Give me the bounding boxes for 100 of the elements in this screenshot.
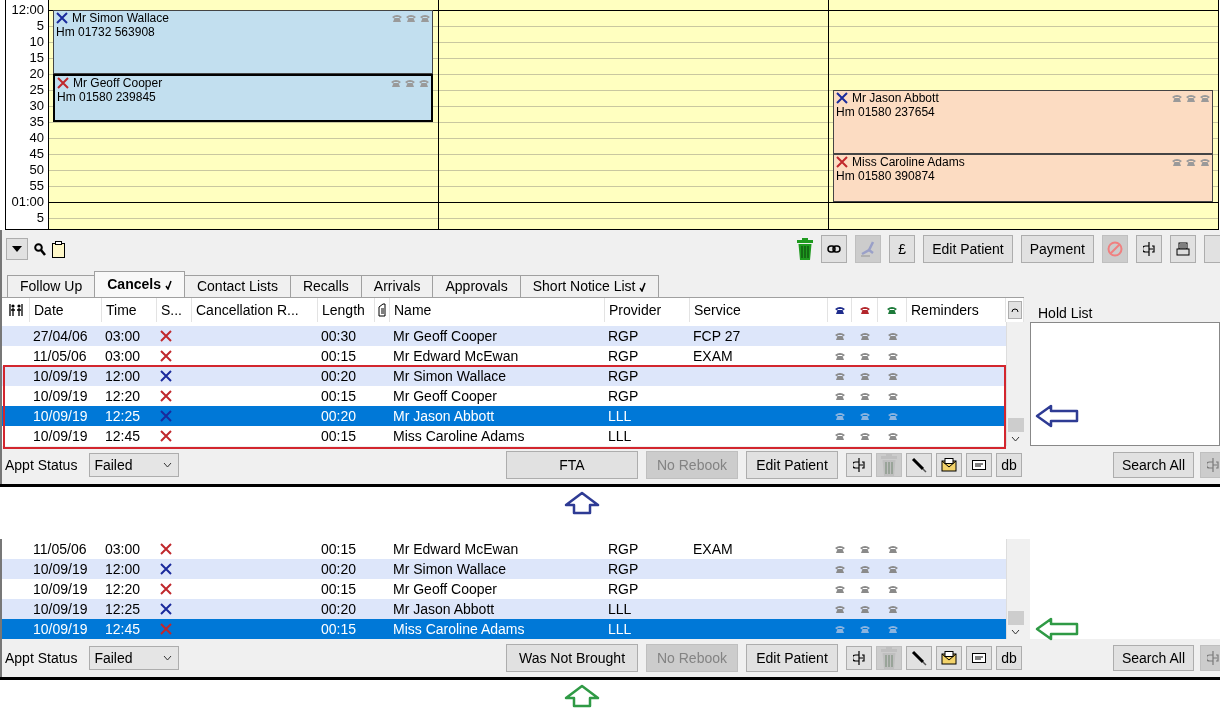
letter-button[interactable] [936, 646, 962, 670]
toolbar-button[interactable]: Payment [1020, 235, 1094, 263]
table-row[interactable]: 10/09/19 12:25 00:20 Mr Jason Abbott LLL [2, 406, 1006, 426]
name-cell-text: Mr Geoff Cooper [392, 580, 498, 599]
dropdown-button[interactable] [6, 238, 28, 260]
pen-icon [911, 650, 927, 666]
table-row[interactable]: 11/05/06 03:00 00:15 Mr Edward McEwan RGP EXAM [2, 346, 1006, 366]
phone-icon [860, 585, 870, 593]
provider-cell-text: RGP [607, 540, 640, 559]
split-icon [1143, 242, 1155, 256]
phone-icon [1186, 94, 1196, 103]
refresh-icon [1010, 306, 1019, 314]
time-label: 45 [28, 146, 45, 162]
search-all-button[interactable]: Search All [1112, 645, 1194, 671]
length-cell-text: 00:15 [320, 427, 358, 446]
icon-button[interactable]: db [996, 453, 1022, 477]
table-row[interactable]: 10/09/19 12:45 00:15 Miss Caroline Adams LLL [2, 426, 1006, 446]
chain-icon [827, 245, 842, 253]
table-row[interactable]: 10/09/19 12:25 00:20 Mr Jason Abbott LLL [2, 599, 1006, 619]
card-button[interactable] [966, 646, 992, 670]
service-cell-text: EXAM [692, 347, 734, 366]
table-row[interactable]: 10/09/19 12:00 00:20 Mr Simon Wallace RGP [2, 559, 1006, 579]
phone-icon [887, 432, 898, 440]
hold-list-title: Hold List [1037, 305, 1094, 322]
scroll-down-icon[interactable] [1011, 629, 1020, 635]
phone-icon [835, 565, 845, 573]
appointment-card[interactable]: Miss Caroline Adams Hm 01580 390874 [833, 154, 1213, 202]
provider-cell-text: RGP [607, 580, 640, 599]
note-icon [378, 303, 386, 317]
action-button[interactable]: Edit Patient [746, 644, 838, 672]
length-cell-text: 00:30 [320, 327, 358, 346]
date-cell-text: 11/05/06 [32, 540, 88, 559]
trash-icon[interactable] [797, 238, 814, 260]
length-cell-text: 00:15 [320, 580, 358, 599]
table-row[interactable]: 11/05/06 03:00 00:15 Mr Edward McEwan RGP EXAM [2, 539, 1006, 559]
people-icon [8, 303, 23, 317]
name-cell-text: Mr Simon Wallace [392, 367, 508, 386]
action-button[interactable]: FTA [506, 451, 638, 479]
table-row[interactable]: 10/09/19 12:20 00:15 Mr Geoff Cooper RGP [2, 579, 1006, 599]
appointment-card[interactable]: Mr Simon Wallace Hm 01732 563908 [53, 10, 433, 74]
appointment-card[interactable]: Mr Geoff Cooper Hm 01580 239845 [53, 74, 433, 122]
clipboard-icon[interactable] [52, 240, 65, 258]
time-label: 12:00 [10, 2, 45, 18]
patient-name: Mr Jason Abbott [852, 91, 939, 106]
status-select[interactable]: Failed [89, 453, 180, 477]
table-row[interactable]: 27/04/06 03:00 00:30 Mr Geoff Cooper RGP FCP 27 [2, 326, 1006, 346]
toolbar-button[interactable]: Edit Patient [923, 235, 1013, 263]
name-cell-text: Mr Geoff Cooper [392, 387, 498, 406]
tab[interactable]: Follow Up [7, 275, 96, 297]
scroll-thumb[interactable] [1007, 418, 1024, 432]
phone-icon [835, 332, 845, 340]
provider-cell-text: LLL [607, 600, 633, 619]
refresh-button[interactable] [1007, 301, 1022, 319]
pen-button[interactable] [906, 453, 932, 477]
card-icon [972, 460, 986, 470]
phone-icon [860, 392, 870, 400]
phone-icon [860, 412, 870, 420]
toolbar-button[interactable]: £ [889, 235, 916, 263]
table-row[interactable]: 10/09/19 12:20 00:15 Mr Geoff Cooper RGP [2, 386, 1006, 406]
action-button[interactable]: Edit Patient [746, 451, 838, 479]
time-label: 20 [28, 66, 45, 82]
phone-number: Hm 01580 239845 [57, 90, 157, 105]
print-button[interactable] [1170, 235, 1196, 263]
icon-button[interactable]: db [996, 646, 1022, 670]
phone-number: Hm 01580 390874 [836, 169, 936, 184]
table-row[interactable]: 10/09/19 12:45 00:15 Miss Caroline Adams LLL [2, 619, 1006, 639]
scroll-thumb[interactable] [1007, 611, 1024, 625]
appointment-card[interactable]: Mr Jason Abbott Hm 01580 237654 [833, 90, 1213, 154]
scroll-down-icon[interactable] [1011, 436, 1020, 442]
card-button[interactable] [966, 453, 992, 477]
time-cell-text: 03:00 [104, 347, 142, 366]
phone-icon [835, 625, 845, 633]
split-button[interactable] [846, 453, 872, 477]
provider-cell-text: RGP [607, 367, 640, 386]
time-label: 25 [28, 82, 45, 98]
action-button[interactable]: Was Not Brought [506, 644, 638, 672]
tab[interactable]: Cancels [94, 271, 185, 297]
link-button[interactable] [821, 235, 848, 263]
trash-icon [881, 647, 897, 669]
status-select[interactable]: Failed [89, 646, 180, 670]
split-button[interactable] [1136, 235, 1162, 263]
tab[interactable]: Short Notice List [519, 275, 660, 297]
search-icon[interactable] [34, 242, 46, 256]
length-cell-text: 00:15 [320, 347, 358, 366]
table-row[interactable]: 10/09/19 12:00 00:20 Mr Simon Wallace RGP [2, 366, 1006, 386]
phone-icon [860, 332, 870, 340]
pen-button[interactable] [906, 646, 932, 670]
name-cell-text: Mr Simon Wallace [392, 560, 508, 579]
time-label: 5 [35, 18, 45, 34]
length-cell-text: 00:15 [320, 620, 358, 639]
tab[interactable]: Approvals [432, 275, 521, 297]
split-button[interactable] [846, 646, 872, 670]
time-cell-text: 12:20 [104, 580, 142, 599]
name-cell-text: Mr Jason Abbott [392, 407, 496, 426]
caret-icon [12, 246, 22, 252]
letter-button[interactable] [936, 453, 962, 477]
search-all-button[interactable]: Search All [1112, 452, 1194, 478]
patient-name: Mr Simon Wallace [72, 11, 169, 26]
phone-icon [887, 412, 898, 420]
provider-cell-text: RGP [607, 347, 640, 366]
